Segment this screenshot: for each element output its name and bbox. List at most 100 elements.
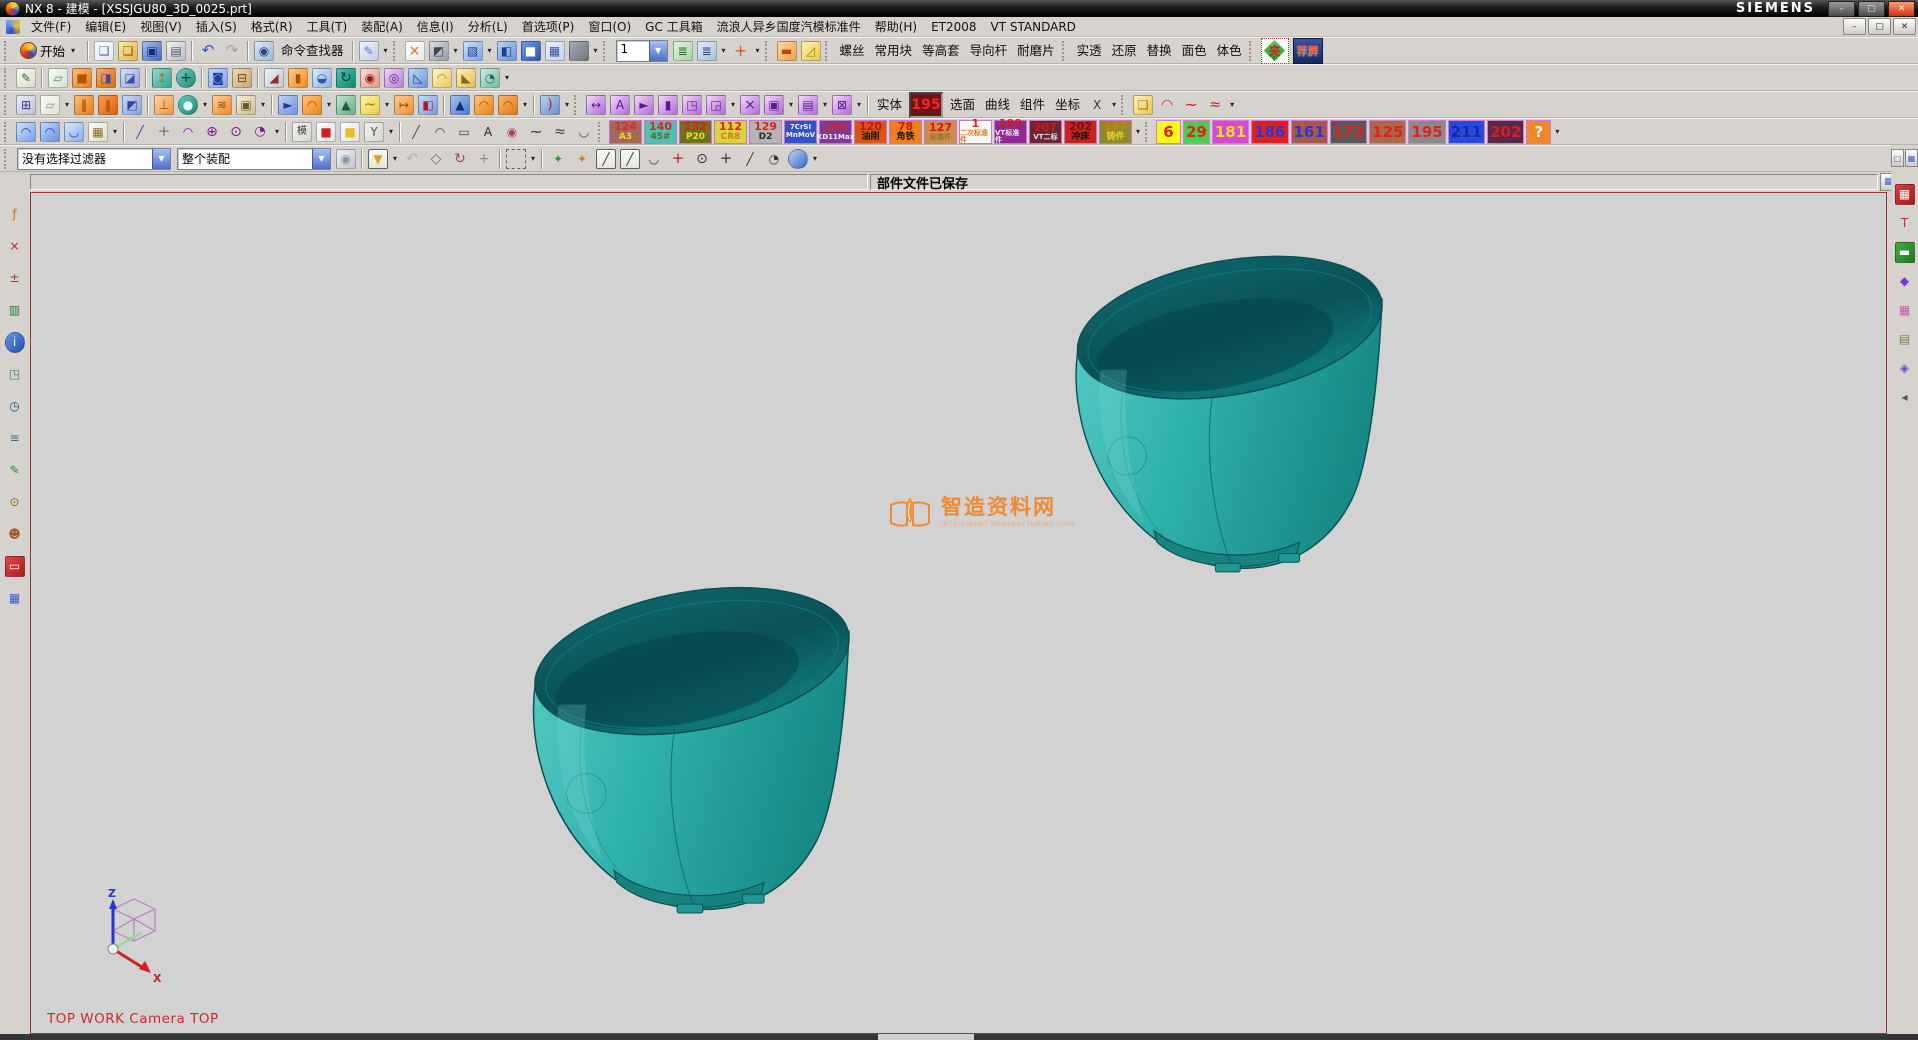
wedge-icon[interactable]: ◺ (407, 66, 429, 89)
material-button-132[interactable]: 132P20 (679, 120, 712, 144)
left-rail-icon-histogram[interactable]: ▥ (5, 300, 25, 320)
shell-icon[interactable]: ◔ (479, 66, 501, 89)
material-button-140[interactable]: 14045# (644, 120, 677, 144)
button-mianse[interactable]: 面色 (1177, 41, 1212, 61)
arc-icon[interactable]: ◠ (177, 120, 199, 143)
toolbar-grip[interactable] (825, 41, 831, 61)
rib-icon[interactable]: ≋ (211, 93, 233, 116)
sync-paste-face-icon[interactable]: ▤ (797, 93, 819, 116)
boolean-block-icon[interactable]: ◨ (95, 66, 117, 89)
button-changyongkuai[interactable]: 常用块 (870, 41, 918, 61)
dropdown-arrow[interactable]: ▾ (1552, 121, 1562, 143)
torus-icon[interactable]: ◎ (383, 66, 405, 89)
snap-tangent-icon[interactable]: ╱ (739, 147, 761, 170)
revolve-curve-icon[interactable]: ) (539, 93, 561, 116)
circle-arc-icon[interactable]: ◔ (249, 120, 271, 143)
sphere-feature-icon[interactable]: + (175, 66, 197, 89)
spline-icon[interactable]: ~ (525, 120, 547, 143)
angle-measure-icon[interactable]: ◿ (800, 39, 822, 62)
material-button-120[interactable]: 120油刚 (854, 120, 887, 144)
dropdown-arrow[interactable]: ▾ (820, 94, 830, 116)
material-button-1[interactable]: 1二次标准件 (959, 120, 992, 144)
shaded-view-icon[interactable]: ◩ (428, 39, 450, 62)
menu-item-2[interactable]: 编辑(E) (78, 19, 133, 35)
direction-cube-icon[interactable]: ► (277, 93, 299, 116)
button-naimopian[interactable]: 耐磨片 (1012, 41, 1060, 61)
dropdown-arrow[interactable]: ▾ (810, 148, 820, 170)
material-button-199[interactable]: 199VT标准件 (994, 120, 1027, 144)
quick-button-186[interactable]: 186 (1251, 120, 1288, 144)
snap-curve-icon[interactable]: ◡ (643, 147, 665, 170)
toolbar-grip[interactable] (4, 95, 10, 115)
save-icon[interactable]: ▣ (141, 39, 163, 62)
spline2-icon[interactable]: ≈ (549, 120, 571, 143)
visual-effects-icon[interactable]: ✎ (358, 39, 380, 62)
menu-item-6[interactable]: 工具(T) (300, 19, 355, 35)
layer-settings-icon[interactable]: ≣ (672, 39, 694, 62)
quick-button-6[interactable]: 6 (1156, 120, 1181, 144)
dropdown-arrow[interactable]: ▾ (1109, 94, 1119, 116)
quick-button-211[interactable]: 211 (1448, 120, 1485, 144)
block-icon[interactable]: ■ (71, 66, 93, 89)
text-icon[interactable]: A (477, 120, 499, 143)
clamp-button[interactable]: 夹 (1261, 38, 1289, 64)
menu-item-13[interactable]: 流浪人异乡国度汽模标准件 (710, 19, 868, 35)
dropdown-arrow[interactable]: ▾ (502, 67, 512, 89)
menu-item-1[interactable]: 文件(F) (24, 19, 78, 35)
rotate-select-icon[interactable]: ↻ (449, 147, 471, 170)
csys-x-icon[interactable]: X (1086, 93, 1108, 116)
toolbar-grip[interactable] (765, 41, 771, 61)
dropdown-arrow[interactable]: ▾ (562, 94, 572, 116)
dropdown-arrow[interactable]: ▾ (451, 40, 461, 62)
right-rail-icon-hd3d-tools[interactable]: ▦ (1895, 300, 1915, 320)
menu-item-5[interactable]: 格式(R) (244, 19, 300, 35)
extrude-block-icon[interactable]: ▲ (449, 93, 471, 116)
material-button-112[interactable]: 112CR8 (714, 120, 747, 144)
snap-endpoint-icon[interactable]: ╱ (595, 147, 617, 170)
copy-position-icon[interactable]: Y (363, 120, 385, 143)
drag-icon[interactable]: + (473, 147, 495, 170)
split-cylinder-icon[interactable]: ∥ (97, 93, 119, 116)
selection-scope-combo[interactable]: 整个装配▼ (177, 148, 331, 170)
quick-button-195[interactable]: 195 (1408, 120, 1445, 144)
trim-body-icon[interactable]: ◢ (263, 66, 285, 89)
left-rail-icon-cancel[interactable]: × (5, 236, 25, 256)
pin-boss-icon[interactable]: ⊥ (153, 93, 175, 116)
toolbar-grip[interactable] (1145, 122, 1151, 142)
sweep3-icon[interactable]: ◠ (497, 93, 519, 116)
curve-join-icon[interactable]: ~ (1180, 93, 1202, 116)
wcs-icon[interactable]: + (730, 39, 752, 62)
dropdown-arrow[interactable]: ▾ (62, 94, 72, 116)
circle-center-icon[interactable]: ⊕ (201, 120, 223, 143)
sphere-display-icon[interactable] (787, 147, 809, 170)
sheet-icon[interactable]: ▱ (39, 93, 61, 116)
cylinder-pair-icon[interactable]: ‖ (73, 93, 95, 116)
material-button-207[interactable]: 207VT二标 (1029, 120, 1062, 144)
material-button-202[interactable]: 202冲床 (1064, 120, 1097, 144)
button-tihuan[interactable]: 替换 (1142, 41, 1177, 61)
cylinder-arrow-icon[interactable]: ↦ (393, 93, 415, 116)
material-button-124[interactable]: 124A3 (609, 120, 642, 144)
key-doc-icon[interactable]: ❏ (1132, 93, 1154, 116)
dropdown-arrow[interactable]: ▾ (728, 94, 738, 116)
dropdown-arrow[interactable]: ▾ (200, 94, 210, 116)
snap-quadrant-icon[interactable]: ◔ (763, 147, 785, 170)
child-restore-button[interactable]: ▢ (1868, 18, 1891, 35)
toolbar-grip[interactable] (1249, 41, 1255, 61)
toolbar-grip[interactable] (393, 41, 399, 61)
swept-surface2-icon[interactable]: ◠ (39, 120, 61, 143)
dropdown-arrow[interactable]: ▾ (382, 94, 392, 116)
button-shiti[interactable]: 实体 (872, 95, 907, 115)
sweep-icon[interactable]: ◠ (301, 93, 323, 116)
toolbar-grip[interactable] (598, 122, 604, 142)
measure-icon[interactable]: ▬ (776, 39, 798, 62)
button-denggaotao[interactable]: 等高套 (917, 41, 965, 61)
right-rail-icon-reuse-library[interactable]: ◆ (1895, 271, 1915, 291)
dropdown-arrow[interactable]: ▾ (786, 94, 796, 116)
subtract-icon[interactable]: ⊟ (231, 66, 253, 89)
left-rail-icon-tolerance[interactable]: ± (5, 268, 25, 288)
dropdown-arrow[interactable]: ▾ (1133, 121, 1143, 143)
snap-midpoint-icon[interactable]: ╱ (619, 147, 641, 170)
dropdown-arrow[interactable]: ▾ (485, 40, 495, 62)
sheet-pair-icon[interactable]: ▣ (235, 93, 257, 116)
